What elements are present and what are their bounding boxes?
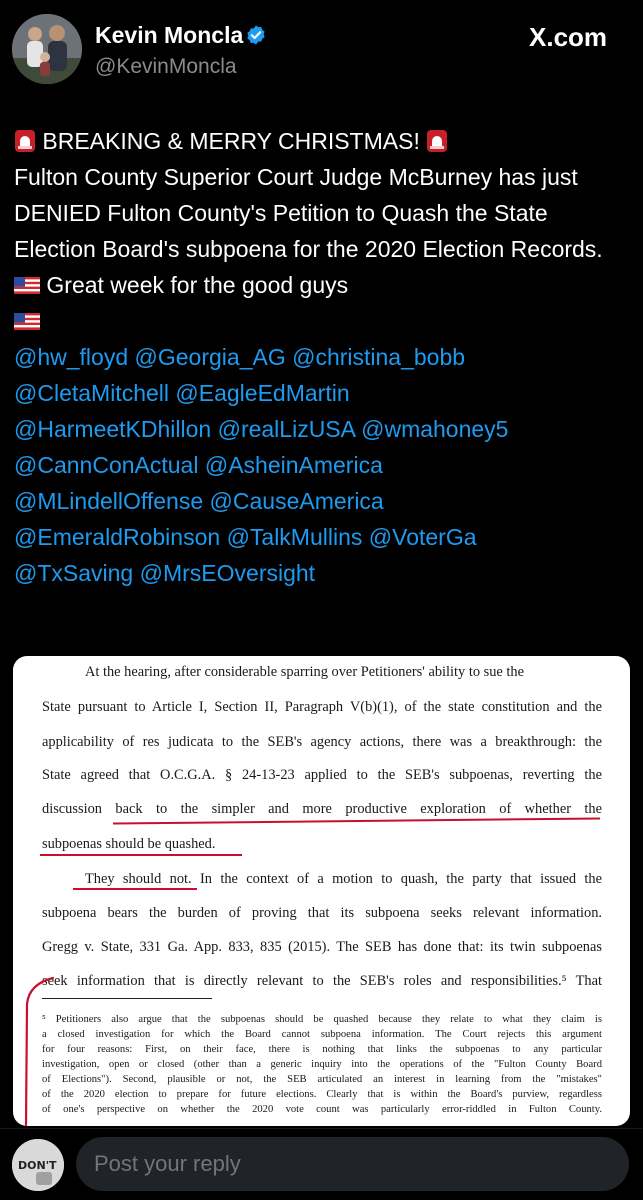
mention-list: @hw_floyd @Georgia_AG @christina_bobb @C… [14,339,629,591]
tweet-paragraph: BREAKING & MERRY CHRISTMAS! Fulton Count… [14,123,629,339]
tweet-closing-text: Great week for the good guys [46,272,349,298]
avatar-text: DON'T [18,1159,57,1172]
us-flag-icon [14,313,40,330]
mention-link[interactable]: @wmahoney5 [361,416,508,442]
document-line: discussion back to the simpler and more … [42,801,602,817]
document-line: subpoenas should be quashed. [42,836,216,852]
mention-link[interactable]: @CletaMitchell [14,380,169,406]
author-handle[interactable]: @KevinMoncla [95,55,237,79]
tweet-body: BREAKING & MERRY CHRISTMAS! Fulton Count… [14,123,629,591]
mention-link[interactable]: @EagleEdMartin [175,380,349,406]
current-user-avatar[interactable]: DON'T [12,1139,64,1191]
mention-link[interactable]: @Georgia_AG [135,344,286,370]
tweet-header: Kevin Moncla @KevinMoncla X.com [0,0,643,100]
mention-link[interactable]: @MrsEOversight [140,560,315,586]
mention-link[interactable]: @christina_bobb [292,344,465,370]
reply-input[interactable]: Post your reply [76,1137,629,1191]
document-line: subpoena bears the burden of proving tha… [42,905,602,921]
document-line: At the hearing, after considerable sparr… [85,664,524,680]
document-line: applicability of res judicata to the SEB… [42,734,602,750]
document-line: State agreed that O.C.G.A. § 24-13-23 ap… [42,767,602,783]
mention-link[interactable]: @HarmeetKDhillon [14,416,211,442]
attached-document-image[interactable]: At the hearing, after considerable sparr… [13,656,630,1126]
mention-link[interactable]: @CauseAmerica [210,488,384,514]
mention-link[interactable]: @hw_floyd [14,344,128,370]
document-line: Gregg v. State, 331 Ga. App. 833, 835 (2… [42,939,602,955]
tweet-body-text: Fulton County Superior Court Judge McBur… [14,164,603,262]
red-underline-annotation [40,854,242,856]
mention-link[interactable]: @TxSaving [14,560,133,586]
red-underline-annotation [73,888,197,890]
mention-link[interactable]: @CannConActual [14,452,198,478]
footnote-line: for four reasons: First, on their face, … [42,1044,602,1055]
mention-link[interactable]: @AsheinAmerica [205,452,383,478]
us-flag-icon [14,277,40,294]
mention-link[interactable]: @VoterGa [369,524,477,550]
tweet-heading: BREAKING & MERRY CHRISTMAS! [42,128,420,154]
brand-label: X.com [529,21,608,52]
footnote-line: of one's perspective on whether the 2020… [42,1104,602,1115]
footnote-line: investigation, open or closed (other tha… [42,1059,602,1070]
document-line: State pursuant to Article I, Section II,… [42,699,602,715]
footnote-line: a closed investigation for which the Boa… [42,1029,602,1040]
mention-link[interactable]: @realLizUSA [218,416,355,442]
document-line: They should not. In the context of a mot… [85,871,602,887]
author-avatar[interactable] [12,14,82,84]
red-underline-annotation [113,817,600,825]
footnote-line: ⁵ Petitioners also argue that the subpoe… [42,1014,602,1025]
footnote-line: of the 2020 election to prepare for futu… [42,1089,602,1100]
footnote-divider [42,998,212,999]
police-light-icon [15,130,35,152]
document-line: seek information that is directly releva… [42,973,602,989]
footnote-line: of Elections"). Second, plausible or not… [42,1074,602,1085]
author-name[interactable]: Kevin Moncla [95,22,243,49]
police-light-icon [427,130,448,152]
verified-badge-icon [247,25,265,45]
x-brand-logo: X.com [527,22,607,52]
reply-bar: DON'T Post your reply [0,1128,643,1200]
mention-link[interactable]: @EmeraldRobinson [14,524,220,550]
mention-link[interactable]: @TalkMullins [227,524,363,550]
mention-link[interactable]: @MLindellOffense [14,488,203,514]
